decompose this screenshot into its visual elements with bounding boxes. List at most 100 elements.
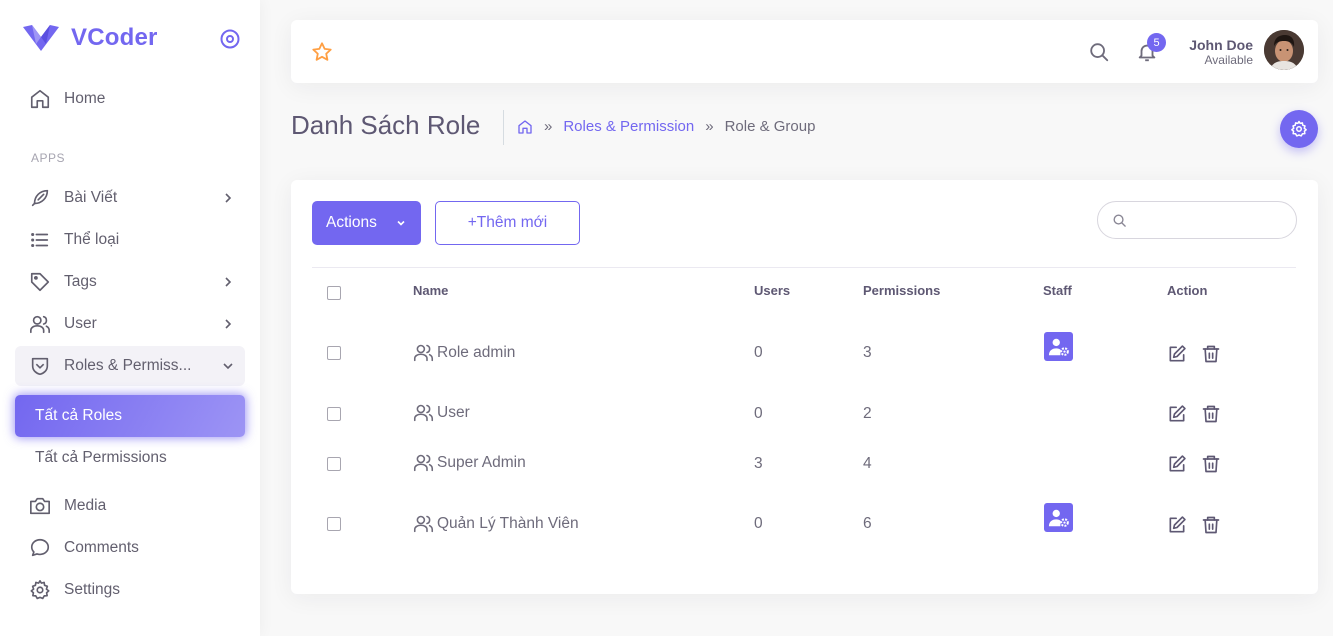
breadcrumb-home-icon[interactable]	[517, 119, 533, 135]
settings-fab-button[interactable]	[1280, 110, 1318, 148]
sidebar-subitem-label: Tất cả Roles	[35, 407, 123, 424]
tag-icon	[30, 272, 50, 292]
trash-icon[interactable]	[1201, 454, 1221, 474]
row-checkbox[interactable]	[327, 457, 341, 471]
gear-icon	[1291, 120, 1307, 137]
user-gear-icon	[1048, 338, 1069, 356]
breadcrumb: » Roles & Permission » Role & Group	[517, 118, 815, 135]
row-checkbox[interactable]	[327, 346, 341, 360]
sidebar-subitem-label: Tất cả Permissions	[35, 449, 167, 466]
sidebar-item-tags[interactable]: Tags	[15, 262, 245, 302]
add-role-button[interactable]: +Thêm mới	[435, 201, 580, 245]
chevron-down-icon	[397, 220, 405, 226]
column-header-action: Action	[1167, 283, 1208, 298]
trash-icon[interactable]	[1201, 404, 1221, 424]
permissions-count: 4	[863, 455, 872, 472]
sidebar-item-label: Tags	[64, 273, 97, 290]
sidebar-item-user[interactable]: User	[15, 304, 245, 344]
sidebar-item-comments[interactable]: Comments	[15, 528, 245, 568]
breadcrumb-separator: »	[705, 118, 714, 135]
column-header-permissions[interactable]: Permissions	[863, 283, 940, 298]
sidebar-item-the-loai[interactable]: Thể loại	[15, 220, 245, 260]
sidebar-item-label: User	[64, 315, 97, 332]
brand-name: VCoder	[71, 24, 158, 51]
sidebar-item-label: Settings	[64, 581, 121, 598]
users-count: 0	[754, 405, 763, 422]
sidebar-toggle-icon[interactable]	[219, 28, 241, 50]
permissions-count: 3	[863, 344, 872, 361]
home-icon	[30, 89, 50, 109]
chevron-right-icon	[225, 193, 232, 203]
list-icon	[31, 232, 49, 248]
edit-icon[interactable]	[1167, 344, 1187, 364]
role-name-cell[interactable]: Quản Lý Thành Viên	[413, 513, 579, 534]
sidebar-subitem-all-permissions[interactable]: Tất cả Permissions	[15, 437, 245, 479]
sidebar: VCoder Home APPS Bài Viết Thể loại Tags …	[0, 0, 260, 636]
title-divider	[503, 110, 504, 145]
brand[interactable]: VCoder	[22, 24, 158, 52]
role-name-cell[interactable]: Super Admin	[413, 452, 526, 473]
sidebar-item-label: Roles & Permiss...	[64, 357, 192, 374]
sidebar-item-label: Home	[64, 90, 106, 107]
column-header-name[interactable]: Name	[413, 283, 448, 298]
role-name: Quản Lý Thành Viên	[437, 514, 579, 532]
role-name: Super Admin	[437, 453, 526, 471]
users-icon	[413, 344, 434, 362]
users-icon	[413, 515, 434, 533]
sidebar-item-bai-viet[interactable]: Bài Viết	[15, 178, 245, 218]
feather-icon	[31, 189, 49, 207]
user-gear-icon	[1048, 509, 1069, 527]
breadcrumb-current: Role & Group	[724, 118, 816, 135]
actions-label: Actions	[326, 214, 377, 231]
star-icon[interactable]	[311, 41, 333, 63]
edit-icon[interactable]	[1167, 404, 1187, 424]
role-name-cell[interactable]: User	[413, 402, 470, 423]
avatar[interactable]	[1264, 30, 1304, 70]
nav-section-apps: APPS	[31, 151, 66, 165]
sidebar-item-settings[interactable]: Settings	[15, 570, 245, 610]
search-icon	[1113, 214, 1126, 227]
sidebar-subitem-all-roles[interactable]: Tất cả Roles	[15, 395, 245, 437]
sidebar-item-roles[interactable]: Roles & Permiss...	[15, 346, 245, 386]
trash-icon[interactable]	[1201, 344, 1221, 364]
search-field[interactable]	[1097, 201, 1297, 239]
user-status: Available	[1204, 53, 1253, 67]
users-icon	[30, 315, 50, 334]
user-name[interactable]: John Doe	[1189, 37, 1253, 53]
column-header-users[interactable]: Users	[754, 283, 790, 298]
breadcrumb-separator: »	[544, 118, 553, 135]
add-role-label: +Thêm mới	[467, 214, 548, 231]
edit-icon[interactable]	[1167, 454, 1187, 474]
users-icon	[413, 404, 434, 422]
role-name-cell[interactable]: Role admin	[413, 342, 515, 363]
notification-badge: 5	[1147, 33, 1166, 52]
users-count: 0	[754, 344, 763, 361]
sidebar-item-home[interactable]: Home	[15, 79, 245, 119]
row-checkbox[interactable]	[327, 407, 341, 421]
actions-dropdown-button[interactable]: Actions	[312, 201, 421, 245]
breadcrumb-roles-permission[interactable]: Roles & Permission	[563, 118, 694, 135]
permissions-count: 2	[863, 405, 872, 422]
column-header-staff[interactable]: Staff	[1043, 283, 1072, 298]
gear-icon	[30, 580, 50, 600]
chevron-down-icon	[223, 363, 233, 370]
sidebar-item-label: Media	[64, 497, 107, 514]
sidebar-item-media[interactable]: Media	[15, 486, 245, 526]
avatar-image	[1264, 30, 1304, 70]
search-input[interactable]	[1136, 208, 1286, 232]
camera-icon	[30, 497, 50, 515]
sidebar-item-label: Thể loại	[64, 231, 120, 248]
sidebar-item-label: Comments	[64, 539, 139, 556]
staff-badge	[1044, 503, 1073, 532]
sidebar-item-label: Bài Viết	[64, 189, 118, 206]
chevron-right-icon	[225, 319, 232, 329]
chevron-right-icon	[225, 277, 232, 287]
card-divider	[312, 267, 1296, 268]
role-name: User	[437, 403, 470, 421]
row-checkbox[interactable]	[327, 517, 341, 531]
search-icon[interactable]	[1088, 41, 1110, 63]
trash-icon[interactable]	[1201, 515, 1221, 535]
staff-badge	[1044, 332, 1073, 361]
edit-icon[interactable]	[1167, 515, 1187, 535]
select-all-checkbox[interactable]	[327, 286, 341, 300]
